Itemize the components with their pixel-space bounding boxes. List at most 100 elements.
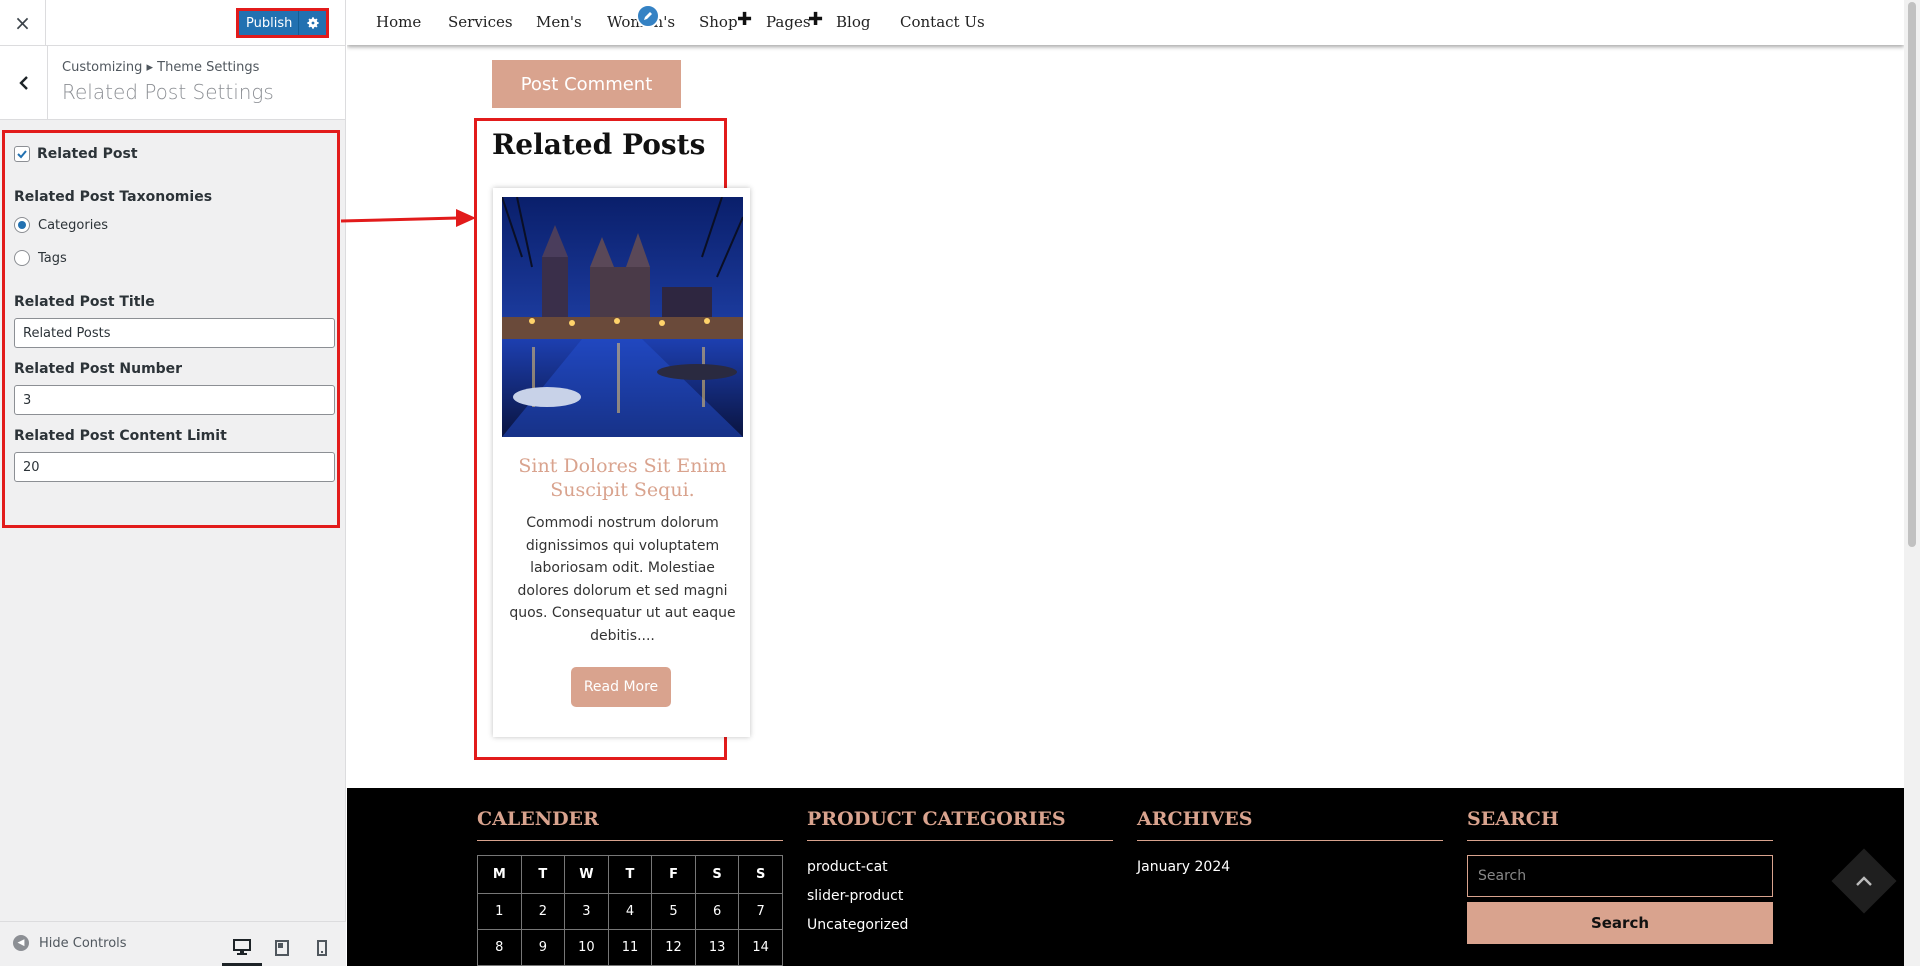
tags-label: Tags: [38, 250, 67, 266]
chevron-up-icon[interactable]: [1853, 866, 1875, 896]
category-link[interactable]: product-cat: [807, 859, 1113, 875]
publish-settings-button[interactable]: [298, 11, 326, 35]
cal-day: S: [738, 855, 783, 894]
related-post-label: Related Post: [37, 146, 138, 162]
cal-date: 6: [694, 893, 740, 930]
checkmark-icon: [17, 150, 27, 159]
cal-day: S: [694, 855, 740, 894]
related-post-title-label: Related Post Title: [14, 294, 155, 310]
search-input[interactable]: Search: [1467, 855, 1773, 897]
section-title: Related Post Settings: [62, 80, 274, 104]
related-post-toggle[interactable]: Related Post: [14, 143, 328, 165]
taxonomy-option-categories[interactable]: Categories: [14, 213, 328, 237]
cal-date: 5: [651, 893, 696, 930]
pencil-icon: [644, 12, 652, 20]
related-post-checkbox[interactable]: [14, 146, 30, 162]
footer-product-categories: PRODUCT CATEGORIES product-cat slider-pr…: [807, 808, 1113, 933]
cal-day: F: [651, 855, 696, 894]
cal-day: M: [477, 855, 522, 894]
cal-day: T: [607, 855, 653, 894]
desktop-icon: [233, 938, 251, 955]
related-posts-heading: Related Posts: [492, 128, 706, 161]
search-button[interactable]: Search: [1467, 902, 1773, 944]
nav-shop[interactable]: Shop: [699, 13, 738, 31]
cal-date: 3: [564, 893, 609, 930]
page-scrollbar[interactable]: [1904, 0, 1920, 966]
post-thumbnail[interactable]: [502, 197, 743, 437]
related-post-controls: Related Post Related Post Taxonomies Cat…: [2, 130, 340, 528]
post-excerpt: Commodi nostrum dolorum dignissimos qui …: [509, 515, 736, 644]
nav-services[interactable]: Services: [448, 13, 513, 31]
nav-blog[interactable]: Blog: [836, 13, 870, 31]
category-link[interactable]: slider-product: [807, 888, 1113, 904]
taxonomy-option-tags[interactable]: Tags: [14, 246, 328, 270]
main-navigation: Home Services Men's Women's Shop ✚ Pages…: [347, 0, 1904, 45]
customizer-footer: ◀ Hide Controls: [0, 921, 346, 966]
customizer-header-bar: × Publish: [0, 0, 345, 46]
cal-day: W: [564, 855, 609, 894]
breadcrumb: Customizing ▸ Theme Settings: [62, 60, 260, 75]
calendar-heading: CALENDER: [477, 808, 783, 841]
close-customizer-button[interactable]: ×: [0, 0, 46, 46]
back-button[interactable]: [0, 46, 48, 119]
hide-controls-button[interactable]: ◀ Hide Controls: [13, 935, 127, 951]
related-post-card: Sint Dolores Sit Enim Suscipit Sequi. Co…: [493, 188, 750, 737]
mobile-icon: [317, 940, 327, 956]
section-header: Customizing ▸ Theme Settings Related Pos…: [0, 46, 345, 120]
cal-date: 10: [564, 929, 609, 966]
hide-controls-label: Hide Controls: [39, 935, 127, 951]
related-post-title-input[interactable]: [14, 318, 335, 348]
chevron-left-icon: [18, 75, 28, 90]
post-title-link[interactable]: Sint Dolores Sit Enim Suscipit Sequi.: [502, 454, 743, 502]
taxonomies-label: Related Post Taxonomies: [14, 189, 213, 205]
related-post-number-input[interactable]: [14, 385, 335, 415]
footer-search: SEARCH Search Search: [1467, 808, 1773, 944]
mobile-preview-button[interactable]: [302, 930, 342, 966]
post-comment-button[interactable]: Post Comment: [492, 60, 681, 108]
cal-date: 11: [607, 929, 653, 966]
archive-link[interactable]: January 2024: [1137, 859, 1443, 875]
cal-date: 12: [651, 929, 696, 966]
search-heading: SEARCH: [1467, 808, 1773, 841]
category-link[interactable]: Uncategorized: [807, 917, 1113, 933]
site-preview: Home Services Men's Women's Shop ✚ Pages…: [347, 0, 1904, 966]
collapse-icon: ◀: [13, 935, 29, 951]
pages-expand-icon[interactable]: ✚: [808, 9, 823, 30]
categories-label: Categories: [38, 217, 109, 233]
gear-icon: [306, 17, 319, 29]
scrollbar-thumb[interactable]: [1908, 2, 1916, 547]
tablet-preview-button[interactable]: [262, 930, 302, 966]
tablet-icon: [275, 940, 289, 956]
cal-date: 7: [738, 893, 783, 930]
edit-shortcut-button[interactable]: [636, 4, 660, 28]
related-post-number-label: Related Post Number: [14, 361, 183, 377]
footer-archives: ARCHIVES January 2024: [1137, 808, 1443, 875]
nav-pages[interactable]: Pages: [766, 13, 811, 31]
nav-mens[interactable]: Men's: [536, 13, 582, 31]
cal-date: 13: [694, 929, 740, 966]
shop-expand-icon[interactable]: ✚: [737, 9, 752, 30]
cal-date: 1: [477, 893, 522, 930]
publish-button-group: Publish: [236, 8, 329, 38]
categories-heading: PRODUCT CATEGORIES: [807, 808, 1113, 841]
cal-date: 9: [520, 929, 566, 966]
cal-date: 14: [738, 929, 783, 966]
desktop-preview-button[interactable]: [222, 930, 262, 966]
content-limit-label: Related Post Content Limit: [14, 428, 227, 444]
cal-day: T: [520, 855, 566, 894]
nav-home[interactable]: Home: [376, 13, 421, 31]
publish-button[interactable]: Publish: [239, 11, 298, 35]
cal-date: 8: [477, 929, 522, 966]
calendar-table: M T W T F S S 1 2 3 4 5 6 7 8 9 10 11 12…: [477, 855, 783, 966]
cal-date: 4: [607, 893, 653, 930]
categories-radio[interactable]: [14, 217, 30, 233]
content-limit-input[interactable]: [14, 452, 335, 482]
tags-radio[interactable]: [14, 250, 30, 266]
cal-date: 2: [520, 893, 566, 930]
archives-heading: ARCHIVES: [1137, 808, 1443, 841]
nav-contact-us[interactable]: Contact Us: [900, 13, 985, 31]
customizer-sidebar: × Publish Customizing ▸ Theme Settings R…: [0, 0, 346, 966]
footer-calendar: CALENDER M T W T F S S 1 2 3 4 5 6 7 8 9…: [477, 808, 783, 966]
read-more-button[interactable]: Read More: [571, 667, 671, 707]
site-footer: CALENDER M T W T F S S 1 2 3 4 5 6 7 8 9…: [347, 788, 1904, 966]
